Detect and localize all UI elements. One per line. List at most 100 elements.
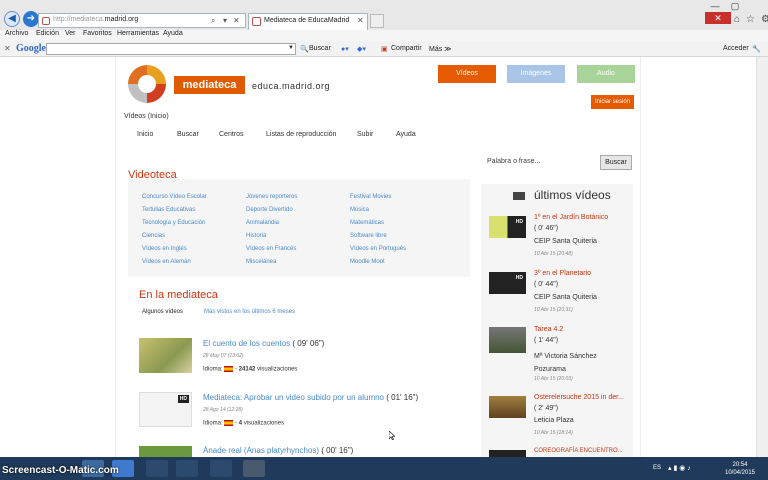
audio-button[interactable]: Audio — [577, 65, 635, 83]
side-video-thumbnail[interactable]: HD — [489, 216, 526, 238]
browser-tab[interactable]: Mediateca de EducaMadrid ✕ — [248, 13, 368, 30]
side-video-title[interactable]: Osterelersuche 2015 in der... — [534, 394, 624, 401]
side-video-author[interactable]: CEIP Santa Quiteria — [534, 294, 597, 301]
nav-listas[interactable]: Listas de reproducción — [266, 131, 336, 138]
menu-archivo[interactable]: Archivo — [5, 30, 28, 37]
video-item-title[interactable]: Mediateca: Aprobar un video subido por u… — [203, 393, 418, 402]
side-video-thumbnail[interactable] — [489, 396, 526, 418]
video-camera-icon — [513, 192, 525, 200]
google-buscar-button[interactable]: Buscar — [309, 45, 331, 52]
side-video-author[interactable]: Mª Victoria Sánchez Pozurama — [534, 350, 604, 376]
media-taskbar-icon[interactable] — [146, 460, 168, 477]
search-icon[interactable]: ⌕ — [211, 16, 215, 26]
menu-edicion[interactable]: Edición — [36, 30, 59, 37]
tab-mas-vistos[interactable]: Más vistos en los últimos 6 meses — [204, 309, 295, 315]
star-icon[interactable]: ☆ — [746, 14, 755, 25]
videoteca-link[interactable]: Moodle Moot — [350, 259, 385, 265]
toolbar-close-icon[interactable]: ✕ — [4, 44, 11, 53]
videos-button[interactable]: Vídeos — [438, 65, 496, 83]
search-input[interactable]: Palabra o frase... — [482, 155, 594, 169]
player-taskbar-icon[interactable] — [176, 460, 198, 477]
imagenes-button[interactable]: Imágenes — [507, 65, 565, 83]
videoteca-link[interactable]: Matemáticas — [350, 220, 384, 226]
maximize-icon[interactable]: ▢ — [725, 0, 745, 12]
nav-subir[interactable]: Subir — [357, 131, 373, 138]
login-button[interactable]: Iniciar sesión — [591, 95, 634, 109]
videoteca-link[interactable]: Tecnología y Educación — [142, 220, 205, 226]
videoteca-link[interactable]: Ciencias — [142, 233, 165, 239]
menu-ver[interactable]: Ver — [65, 30, 76, 37]
tray-clock[interactable]: 20:54 10/04/2015 — [720, 461, 760, 477]
videoteca-link[interactable]: Festival Movies — [350, 194, 391, 200]
videoteca-link[interactable]: Deporte Divertido — [246, 207, 293, 213]
nav-inicio[interactable]: Inicio — [137, 131, 153, 138]
side-video-date: 10 Abr 15 (18:14) — [534, 430, 573, 436]
side-video-duration: ( 0' 44") — [534, 281, 559, 288]
side-video-thumbnail[interactable]: HD — [489, 272, 526, 294]
videoteca-link[interactable]: Concurso Vídeo Escolar — [142, 194, 207, 200]
spain-flag-icon — [224, 420, 234, 426]
settings-diamond-icon[interactable]: ◆▾ — [357, 45, 366, 53]
videoteca-link[interactable]: Música — [350, 207, 369, 213]
side-video-title[interactable]: Tarea 4.2 — [534, 326, 563, 333]
explorer-taskbar-icon[interactable] — [210, 460, 232, 477]
side-video-author[interactable]: CEIP Santa Quiteria — [534, 238, 597, 245]
google-mas-button[interactable]: Más ≫ — [429, 45, 452, 53]
video-item-title[interactable]: Ánade real (Anas platyrhynchos) ( 00' 16… — [203, 446, 353, 455]
video-thumbnail[interactable] — [139, 338, 192, 373]
google-compartir-button[interactable]: Compartir — [391, 45, 422, 52]
forward-icon[interactable]: ➜ — [23, 11, 39, 27]
brand-mediateca[interactable]: mediateca — [174, 76, 245, 94]
google-search-input[interactable] — [46, 43, 296, 55]
videoteca-link[interactable]: Vídeos en Alemán — [142, 259, 191, 265]
tray-language[interactable]: ES — [653, 465, 661, 471]
share-icon[interactable]: ▣ — [381, 45, 388, 53]
videoteca-link[interactable]: Vídeos en Francés — [246, 246, 296, 252]
video-thumbnail[interactable]: HD — [139, 392, 192, 427]
minimize-icon[interactable]: — — [705, 0, 725, 12]
tab-close-icon[interactable]: ✕ — [357, 16, 364, 25]
nav-centros[interactable]: Centros — [219, 131, 244, 138]
logo-center — [138, 75, 156, 93]
tab-algunos-videos[interactable]: Algunos vídeos — [142, 309, 183, 315]
recorder-taskbar-icon[interactable] — [243, 460, 265, 477]
side-video-thumbnail[interactable] — [489, 327, 526, 353]
google-search-icon[interactable]: 🔍 — [300, 45, 309, 53]
videoteca-link[interactable]: Historia — [246, 233, 266, 239]
search-button[interactable]: Buscar — [600, 155, 632, 170]
nav-ayuda[interactable]: Ayuda — [396, 131, 416, 138]
wrench-icon[interactable]: 🔧 — [752, 45, 761, 53]
new-tab-button[interactable] — [370, 14, 384, 28]
address-url[interactable]: http://mediateca.madrid.org — [53, 16, 138, 23]
address-bar[interactable]: http://mediateca.madrid.org ⌕ ▾ ✕ — [38, 13, 246, 28]
video-thumbnail[interactable] — [139, 446, 192, 457]
menu-ayuda[interactable]: Ayuda — [163, 30, 183, 37]
tray-icons[interactable]: ▴ ▮ ◉ ♪ — [668, 464, 691, 472]
video-item-title[interactable]: El cuento de los cuentos ( 09' 06") — [203, 339, 324, 348]
videoteca-link[interactable]: Animalandia — [246, 220, 279, 226]
videoteca-link[interactable]: Software libre — [350, 233, 387, 239]
videoteca-link[interactable]: Jóvenes reporteros — [246, 194, 297, 200]
dropdown-arrow-icon[interactable]: ▼ — [288, 45, 294, 51]
dropdown-arrow-icon[interactable]: ▾ — [223, 16, 227, 25]
side-video-author[interactable]: Leticia Plaza — [534, 417, 574, 424]
gear-icon[interactable]: ⚙ — [761, 14, 768, 25]
side-video-title[interactable]: 3º en el Planetario — [534, 270, 591, 277]
close-icon[interactable]: ✕ — [233, 16, 240, 25]
nav-buscar[interactable]: Buscar — [177, 131, 199, 138]
videoteca-link[interactable]: Tertulias Educativas — [142, 207, 195, 213]
videoteca-link[interactable]: Miscelánea — [246, 259, 276, 265]
home-icon[interactable]: ⌂ — [734, 14, 740, 25]
menu-favoritos[interactable]: Favoritos — [83, 30, 112, 37]
google-acceder-button[interactable]: Acceder — [723, 45, 749, 52]
side-video-title[interactable]: COREOGRAFÍA ENCUENTRO... — [534, 448, 623, 454]
globe-icon[interactable]: ●▾ — [341, 45, 349, 53]
videoteca-link[interactable]: Vídeos en Inglés — [142, 246, 187, 252]
educamadrid-logo[interactable] — [128, 65, 166, 103]
side-video-title[interactable]: 1º en el Jardín Botánico — [534, 214, 608, 221]
menu-herramientas[interactable]: Herramientas — [117, 30, 159, 37]
page-scrollbar[interactable] — [756, 57, 768, 457]
side-video-thumbnail[interactable] — [489, 450, 526, 457]
back-icon[interactable]: ◀ — [4, 11, 20, 27]
videoteca-link[interactable]: Vídeos en Portugués — [350, 246, 406, 252]
